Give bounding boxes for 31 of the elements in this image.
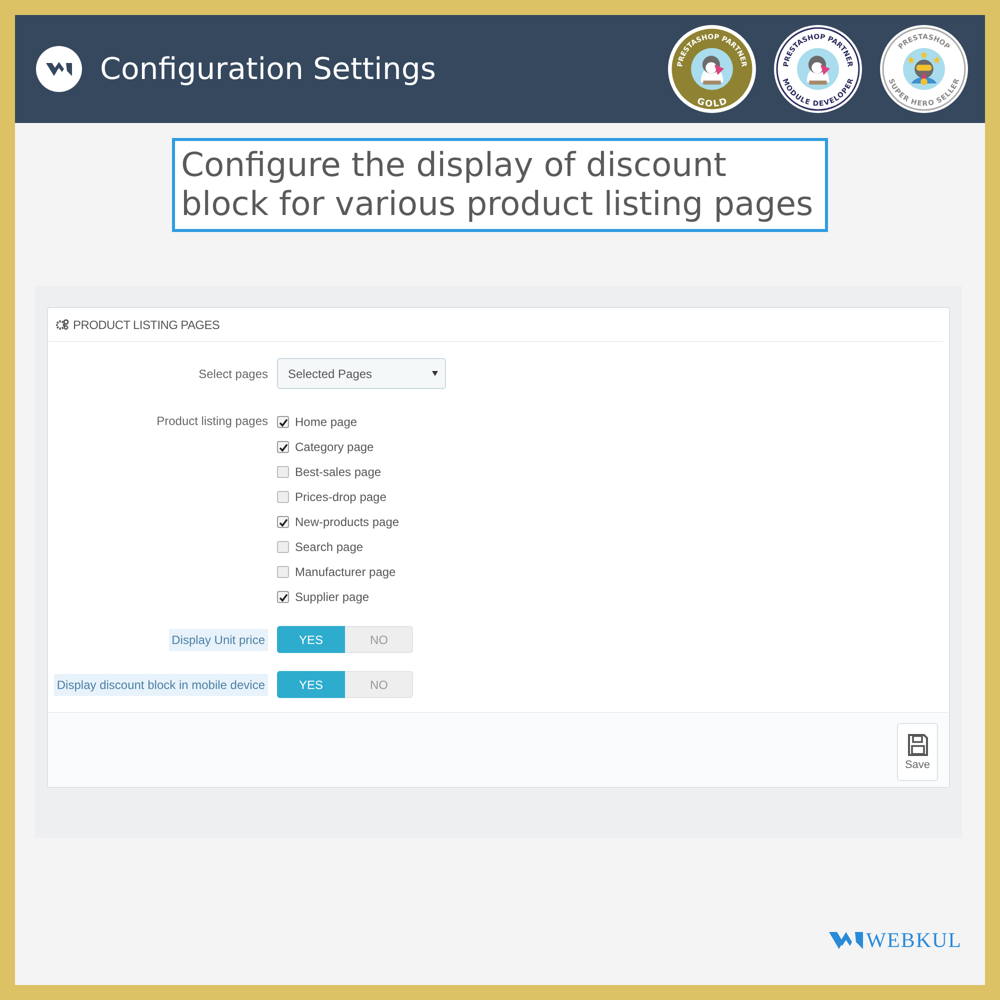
panel-title: PRODUCT LISTING PAGES: [73, 318, 220, 332]
checkbox[interactable]: [277, 416, 289, 428]
field-label: Select pages: [198, 366, 269, 380]
checkbox-label: Best-sales page: [295, 465, 382, 479]
checkbox[interactable]: [277, 591, 289, 603]
field-label: Display Unit price: [168, 628, 268, 650]
checkbox[interactable]: [277, 541, 289, 553]
checkbox-label: Search page: [295, 540, 364, 554]
checkbox[interactable]: [277, 516, 289, 528]
checkbox-label: Supplier page: [295, 590, 370, 604]
checkbox-label: Prices-drop page: [295, 490, 386, 504]
checkbox[interactable]: [277, 566, 289, 578]
brand-name: WEBKUL: [866, 928, 962, 953]
pages-dropdown[interactable]: Selected Pages: [277, 358, 446, 389]
checkbox[interactable]: [277, 491, 289, 503]
field-label: Product listing pages: [156, 414, 269, 428]
checkbox-label: Home page: [295, 415, 358, 429]
checkbox[interactable]: [277, 466, 289, 478]
checkbox[interactable]: [277, 441, 289, 453]
caret-icon: [432, 371, 438, 376]
headline-text: Configure the display of discount block for various product listing pages: [172, 138, 828, 232]
logo-icon: [36, 46, 82, 92]
brand-logo-icon: [829, 930, 864, 952]
checkbox-label: Manufacturer page: [295, 565, 396, 579]
save-button[interactable]: Save: [897, 723, 938, 781]
checkbox-label: New-products page: [295, 515, 400, 529]
checkbox-label: Category page: [295, 440, 374, 454]
gears-icon: [56, 319, 69, 330]
badge-text: GOLD: [696, 96, 728, 110]
field-label: Display discount block in mobile device: [54, 674, 268, 696]
window-title: Configuration Settings: [100, 52, 438, 86]
